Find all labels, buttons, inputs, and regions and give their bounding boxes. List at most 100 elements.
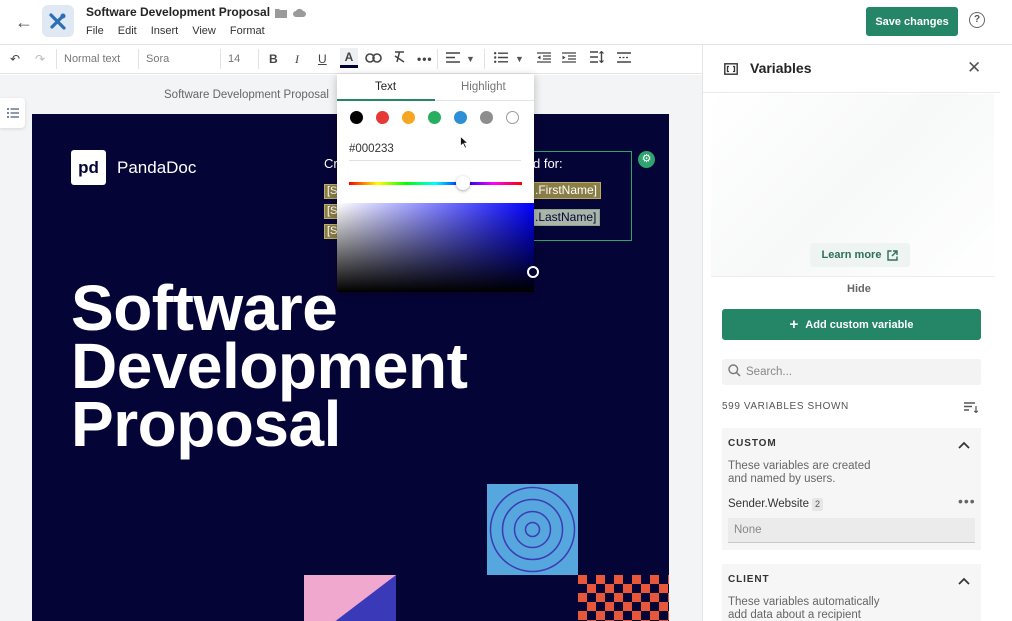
- saturation-value-area[interactable]: [337, 203, 534, 292]
- sort-icon[interactable]: [964, 400, 979, 418]
- selection-box[interactable]: [522, 151, 632, 241]
- variable-value-input[interactable]: [734, 522, 964, 538]
- section-title[interactable]: CLIENT: [728, 574, 770, 585]
- brand-name: PandaDoc: [117, 158, 197, 177]
- swatch-black[interactable]: [350, 111, 363, 124]
- learn-more-label: Learn more: [821, 249, 882, 261]
- add-variable-label: Add custom variable: [805, 318, 914, 331]
- italic-icon[interactable]: I: [295, 50, 299, 68]
- search-icon: [728, 364, 741, 382]
- hex-color-input[interactable]: #000233: [349, 143, 394, 155]
- menu-file[interactable]: File: [86, 25, 104, 37]
- title-line: Development: [71, 330, 468, 402]
- custom-variables-section: CUSTOM These variables are created and n…: [722, 428, 981, 550]
- more-options-icon[interactable]: •••: [417, 50, 433, 68]
- client-variables-section: CLIENT These variables automatically add…: [722, 564, 981, 621]
- title-icons: [275, 5, 306, 23]
- document-title[interactable]: Software Development Proposal: [86, 5, 270, 19]
- redo-icon[interactable]: ↷: [35, 50, 45, 68]
- tab-text-color[interactable]: Text: [375, 81, 396, 93]
- concentric-circles-graphic: [487, 484, 578, 575]
- variable-more-icon[interactable]: •••: [958, 493, 976, 509]
- menu-view[interactable]: View: [192, 25, 216, 37]
- folder-icon[interactable]: [275, 5, 287, 23]
- window-edge: [1000, 45, 1012, 621]
- checkerboard-graphic: [578, 575, 669, 621]
- font-family-select[interactable]: Sora: [146, 50, 169, 68]
- section-title[interactable]: CUSTOM: [728, 438, 777, 449]
- hide-link[interactable]: Hide: [847, 283, 871, 295]
- bold-icon[interactable]: B: [269, 50, 278, 68]
- swatch-gray[interactable]: [480, 111, 493, 124]
- search-input[interactable]: [746, 363, 971, 381]
- list-chevron-down-icon[interactable]: ▼: [515, 50, 524, 68]
- usage-count-badge: 2: [812, 498, 823, 511]
- title-line: Proposal: [71, 388, 341, 460]
- panel-header: Variables ✕: [703, 45, 1000, 93]
- chevron-up-icon[interactable]: [958, 436, 970, 454]
- variable-value-field[interactable]: [728, 518, 975, 543]
- toolbar-divider: [220, 49, 221, 69]
- crossed-tools-icon: [49, 13, 66, 30]
- link-icon[interactable]: [365, 50, 382, 68]
- swatch-green[interactable]: [428, 111, 441, 124]
- mouse-cursor-icon: [460, 135, 470, 154]
- app-logo[interactable]: [42, 5, 74, 37]
- bulleted-list-icon[interactable]: [494, 50, 508, 68]
- triangle-graphic: [304, 575, 396, 621]
- close-icon[interactable]: ✕: [967, 58, 981, 78]
- outline-list-icon[interactable]: [0, 98, 25, 128]
- indent-icon[interactable]: [562, 50, 576, 68]
- back-arrow-icon[interactable]: ←: [12, 10, 36, 34]
- save-changes-button[interactable]: Save changes: [866, 7, 958, 36]
- picker-tabs: Text Highlight: [337, 74, 534, 101]
- saturation-handle[interactable]: [527, 266, 539, 278]
- top-bar: ← Software Development Proposal File Edi…: [0, 0, 1012, 45]
- swatch-red[interactable]: [376, 111, 389, 124]
- clear-format-icon[interactable]: [393, 50, 406, 68]
- align-chevron-down-icon[interactable]: ▼: [466, 50, 475, 68]
- variable-search[interactable]: [722, 359, 981, 385]
- swatch-orange[interactable]: [402, 111, 415, 124]
- variable-brackets-icon: [724, 62, 738, 80]
- page-name-label: Software Development Proposal: [164, 89, 329, 101]
- block-settings-gear-icon[interactable]: ⚙: [638, 151, 655, 168]
- align-left-icon[interactable]: [446, 50, 460, 68]
- menu-edit[interactable]: Edit: [118, 25, 137, 37]
- outdent-icon[interactable]: [537, 50, 551, 68]
- plus-icon: +: [789, 315, 799, 333]
- tab-highlight-color[interactable]: Highlight: [461, 81, 506, 93]
- cloud-icon[interactable]: [293, 5, 306, 23]
- text-style-select[interactable]: Normal text: [64, 50, 120, 68]
- toolbar-divider: [258, 49, 259, 69]
- hue-slider-handle[interactable]: [456, 176, 470, 190]
- underline-icon[interactable]: U: [318, 50, 327, 68]
- format-toolbar: ↶ ↷ Normal text Sora 14 B I U A ••• ▼ ▼: [0, 45, 702, 74]
- hex-underline: [349, 160, 521, 161]
- menu-format[interactable]: Format: [230, 25, 265, 37]
- paragraph-spacing-icon[interactable]: [617, 50, 631, 68]
- swatch-white[interactable]: [506, 111, 519, 124]
- undo-icon[interactable]: ↶: [10, 50, 20, 68]
- line-spacing-icon[interactable]: [590, 50, 604, 68]
- proposal-title[interactable]: Software Development Proposal: [71, 276, 468, 460]
- menu-insert[interactable]: Insert: [151, 25, 179, 37]
- hue-slider[interactable]: [349, 182, 522, 185]
- learn-more-button[interactable]: Learn more: [810, 243, 910, 267]
- menu-bar: File Edit Insert View Format: [86, 25, 265, 37]
- chevron-up-icon[interactable]: [958, 572, 970, 590]
- text-color-icon[interactable]: A: [340, 48, 358, 68]
- section-description: These variables automatically add data a…: [728, 596, 880, 621]
- toolbar-divider: [437, 49, 438, 69]
- color-picker-popup: Text Highlight #000233: [337, 74, 539, 292]
- color-swatches: [350, 111, 519, 124]
- add-custom-variable-button[interactable]: + Add custom variable: [722, 309, 981, 340]
- variables-panel: Variables ✕ Learn more Hide + Add custom…: [702, 45, 1000, 621]
- swatch-blue[interactable]: [454, 111, 467, 124]
- help-icon[interactable]: ?: [969, 12, 985, 28]
- toolbar-divider: [56, 49, 57, 69]
- active-tab-indicator: [337, 99, 435, 101]
- font-size-select[interactable]: 14: [228, 50, 240, 68]
- pandadoc-logo: pd: [71, 150, 106, 185]
- variables-count: 599 VARIABLES SHOWN: [722, 401, 849, 412]
